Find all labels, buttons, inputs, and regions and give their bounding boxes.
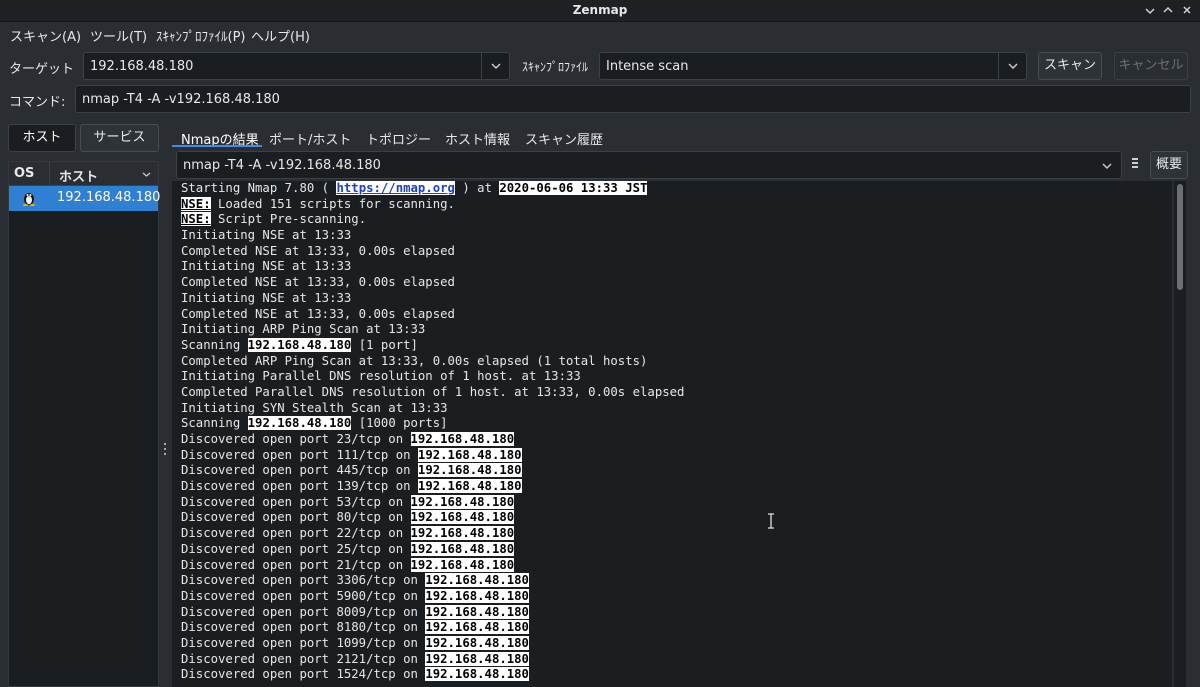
output-line: Completed Parallel DNS resolution of 1 h… bbox=[181, 384, 685, 399]
linux-penguin-icon bbox=[23, 193, 35, 206]
command-field[interactable]: nmap -T4 -A -v192.168.48.180 bbox=[75, 85, 1191, 113]
column-host[interactable]: ホスト bbox=[59, 166, 98, 185]
output-line: Discovered open port 2121/tcp on 192.168… bbox=[181, 651, 529, 666]
output-line: Completed ARP Ping Scan at 13:33, 0.00s … bbox=[181, 353, 648, 368]
target-combo[interactable]: 192.168.48.180 bbox=[83, 52, 510, 80]
host-list: OS ホスト 192.168.48.180 bbox=[8, 161, 161, 687]
output-line: Initiating Parallel DNS resolution of 1 … bbox=[181, 369, 581, 384]
profile-value: Intense scan bbox=[606, 59, 689, 74]
output-line: Initiating NSE at 13:33 bbox=[181, 228, 352, 243]
tab-ports-hosts[interactable]: ポート/ホスト bbox=[269, 129, 351, 148]
list-menu-icon[interactable] bbox=[1130, 157, 1140, 171]
output-line: Discovered open port 23/tcp on 192.168.4… bbox=[181, 432, 515, 446]
output-line: Discovered open port 111/tcp on 192.168.… bbox=[181, 447, 522, 462]
target-dropdown-button[interactable] bbox=[481, 53, 509, 79]
details-button[interactable]: 概要 bbox=[1150, 151, 1188, 179]
output-line: Discovered open port 22/tcp on 192.168.4… bbox=[181, 526, 515, 541]
window-title: Zenmap bbox=[572, 3, 628, 17]
output-scrollbar[interactable] bbox=[1174, 181, 1186, 687]
target-input[interactable]: 192.168.48.180 bbox=[90, 59, 193, 74]
scrollbar-thumb[interactable] bbox=[1177, 184, 1183, 290]
output-line: NSE: Loaded 151 scripts for scanning. bbox=[181, 196, 455, 211]
output-line: Discovered open port 80/tcp on 192.168.4… bbox=[181, 510, 515, 525]
close-icon[interactable] bbox=[1178, 2, 1196, 20]
profile-combo[interactable]: Intense scan bbox=[599, 52, 1027, 80]
output-line: Discovered open port 5900/tcp on 192.168… bbox=[181, 588, 529, 603]
tab-scan-history[interactable]: スキャン履歴 bbox=[525, 129, 603, 148]
column-os[interactable]: OS bbox=[14, 166, 34, 181]
profile-label: ｽｷｬﾝﾌﾟﾛﾌｧｲﾙ bbox=[522, 60, 589, 74]
command-label: コマンド: bbox=[9, 95, 66, 110]
output-line: NSE: Script Pre-scanning. bbox=[181, 212, 367, 227]
chevron-down-icon bbox=[1008, 63, 1018, 69]
output-line: Scanning 192.168.48.180 [1000 ports] bbox=[181, 416, 448, 431]
hosts-toggle-button[interactable]: ホスト bbox=[8, 124, 76, 152]
output-line: Initiating ARP Ping Scan at 13:33 bbox=[181, 322, 426, 337]
profile-dropdown-button[interactable] bbox=[998, 53, 1026, 79]
maximize-icon[interactable] bbox=[1159, 2, 1177, 20]
chevron-down-icon bbox=[1102, 163, 1112, 169]
pane-splitter-handle[interactable] bbox=[164, 443, 166, 457]
text-cursor-icon bbox=[768, 513, 774, 529]
output-line: Discovered open port 139/tcp on 192.168.… bbox=[181, 479, 522, 494]
output-line: Discovered open port 8180/tcp on 192.168… bbox=[181, 620, 529, 635]
tab-host-details[interactable]: ホスト情報 bbox=[445, 129, 510, 148]
output-line: Discovered open port 3306/tcp on 192.168… bbox=[181, 573, 529, 588]
active-tab-indicator bbox=[172, 145, 262, 147]
title-bar: Zenmap bbox=[0, 0, 1200, 22]
chevron-down-icon bbox=[491, 63, 501, 69]
output-line: Completed NSE at 13:33, 0.00s elapsed bbox=[181, 275, 455, 290]
output-line: Discovered open port 1524/tcp on 192.168… bbox=[181, 667, 529, 682]
output-line: Discovered open port 21/tcp on 192.168.4… bbox=[181, 557, 515, 572]
output-line: Starting Nmap 7.80 ( https://nmap.org ) … bbox=[181, 181, 648, 195]
output-line: Initiating NSE at 13:33 bbox=[181, 290, 352, 305]
host-list-header: OS ホスト bbox=[9, 162, 158, 186]
menu-tools[interactable]: ツール(T) bbox=[90, 26, 147, 45]
output-line: Discovered open port 1099/tcp on 192.168… bbox=[181, 635, 529, 650]
host-ip: 192.168.48.180 bbox=[57, 190, 161, 205]
services-toggle-button[interactable]: サービス bbox=[80, 124, 159, 152]
output-line: Discovered open port 25/tcp on 192.168.4… bbox=[181, 541, 515, 556]
cancel-button[interactable]: キャンセル bbox=[1114, 52, 1188, 80]
nmap-output-text[interactable]: Starting Nmap 7.80 ( https://nmap.org ) … bbox=[172, 181, 1172, 687]
menu-bar: スキャン(A) ツール(T) ｽｷｬﾝﾌﾟﾛﾌｧｲﾙ(P) ヘルプ(H) bbox=[0, 22, 1200, 48]
scan-button[interactable]: スキャン bbox=[1038, 52, 1102, 80]
output-line: Initiating NSE at 13:33 bbox=[181, 259, 352, 274]
output-line: Completed NSE at 13:33, 0.00s elapsed bbox=[181, 243, 455, 258]
output-command-select[interactable]: nmap -T4 -A -v192.168.48.180 bbox=[176, 151, 1122, 179]
menu-scan[interactable]: スキャン(A) bbox=[10, 26, 81, 45]
menu-profile[interactable]: ｽｷｬﾝﾌﾟﾛﾌｧｲﾙ(P) bbox=[156, 26, 245, 45]
output-line: Initiating SYN Stealth Scan at 13:33 bbox=[181, 400, 448, 415]
output-line: Scanning 192.168.48.180 [1 port] bbox=[181, 337, 418, 352]
output-line: Discovered open port 445/tcp on 192.168.… bbox=[181, 463, 522, 478]
menu-help[interactable]: ヘルプ(H) bbox=[251, 26, 310, 45]
tab-topology[interactable]: トポロジー bbox=[366, 129, 431, 148]
output-line: Completed NSE at 13:33, 0.00s elapsed bbox=[181, 306, 455, 321]
host-row[interactable]: 192.168.48.180 bbox=[9, 186, 161, 211]
minimize-icon[interactable] bbox=[1141, 2, 1159, 20]
target-label: ターゲット bbox=[9, 62, 75, 77]
chevron-down-icon bbox=[142, 172, 151, 177]
output-command-value: nmap -T4 -A -v192.168.48.180 bbox=[183, 158, 381, 173]
output-line: Discovered open port 8009/tcp on 192.168… bbox=[181, 604, 529, 619]
nmap-link[interactable]: https://nmap.org bbox=[336, 181, 455, 195]
command-input[interactable]: nmap -T4 -A -v192.168.48.180 bbox=[82, 92, 280, 107]
output-line: Discovered open port 53/tcp on 192.168.4… bbox=[181, 494, 515, 509]
